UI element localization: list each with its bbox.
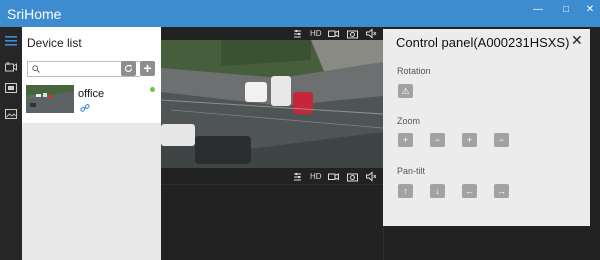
search-icon (32, 65, 40, 73)
control-panel: Control panel(A000231HSXS) ✕ Rotation ⚠ … (383, 29, 590, 226)
rotation-button[interactable]: ⚠ (398, 84, 413, 98)
maximize-button[interactable]: □ (554, 3, 578, 19)
camera-feed-image (161, 40, 383, 168)
pan-tilt-label: Pan-tilt (397, 166, 426, 176)
video-frame[interactable] (161, 40, 383, 168)
control-panel-close-button[interactable]: ✕ (571, 32, 583, 49)
app-title: SriHome (7, 6, 62, 22)
focus-in-button[interactable]: + (462, 133, 477, 147)
device-name: office (78, 88, 105, 100)
add-device-button[interactable]: + (140, 61, 155, 76)
playback-icon[interactable] (5, 83, 17, 93)
focus-out-button[interactable]: − (494, 133, 509, 147)
minimize-button[interactable]: — (526, 3, 550, 19)
rotation-label: Rotation (397, 66, 431, 76)
refresh-icon (124, 64, 133, 72)
video-toolbar-top: HD (291, 27, 391, 40)
device-item-office[interactable]: office (22, 83, 161, 123)
video-toolbar-bottom: HD (291, 170, 391, 183)
record-icon[interactable] (328, 170, 339, 183)
camera-icon[interactable] (5, 62, 17, 72)
zoom-out-button[interactable]: − (430, 133, 445, 147)
device-list-panel: Device list + office (22, 27, 161, 260)
left-nav-bar (0, 27, 22, 260)
refresh-button[interactable] (121, 61, 136, 76)
pan-right-button[interactable]: → (494, 184, 509, 198)
snapshot-icon[interactable] (347, 170, 358, 183)
share-link-icon[interactable] (80, 103, 90, 113)
device-thumbnail (26, 85, 74, 113)
gallery-icon[interactable] (5, 109, 17, 119)
tilt-down-button[interactable]: ↓ (430, 184, 445, 198)
volume-icon[interactable] (366, 170, 377, 183)
zoom-label: Zoom (397, 116, 421, 126)
device-list-title: Device list (27, 36, 82, 50)
video-grid-divider (161, 184, 383, 185)
tilt-up-button[interactable]: ↑ (398, 184, 413, 198)
zoom-in-button[interactable]: + (398, 133, 413, 147)
pan-left-button[interactable]: ← (462, 184, 477, 198)
record-icon[interactable] (328, 27, 339, 40)
device-list-header: Device list + office (22, 27, 161, 123)
volume-icon[interactable] (366, 27, 377, 40)
menu-icon[interactable] (5, 36, 17, 46)
snapshot-icon[interactable] (347, 27, 358, 40)
title-bar: SriHome — □ ✕ (0, 0, 600, 27)
control-panel-title: Control panel(A000231HSXS) (396, 35, 570, 50)
hd-button[interactable]: HD (310, 170, 322, 183)
settings-sliders-icon[interactable] (293, 170, 302, 183)
online-status-indicator (150, 87, 155, 92)
close-window-button[interactable]: ✕ (578, 3, 600, 19)
settings-sliders-icon[interactable] (293, 27, 302, 40)
hd-button[interactable]: HD (310, 27, 322, 40)
